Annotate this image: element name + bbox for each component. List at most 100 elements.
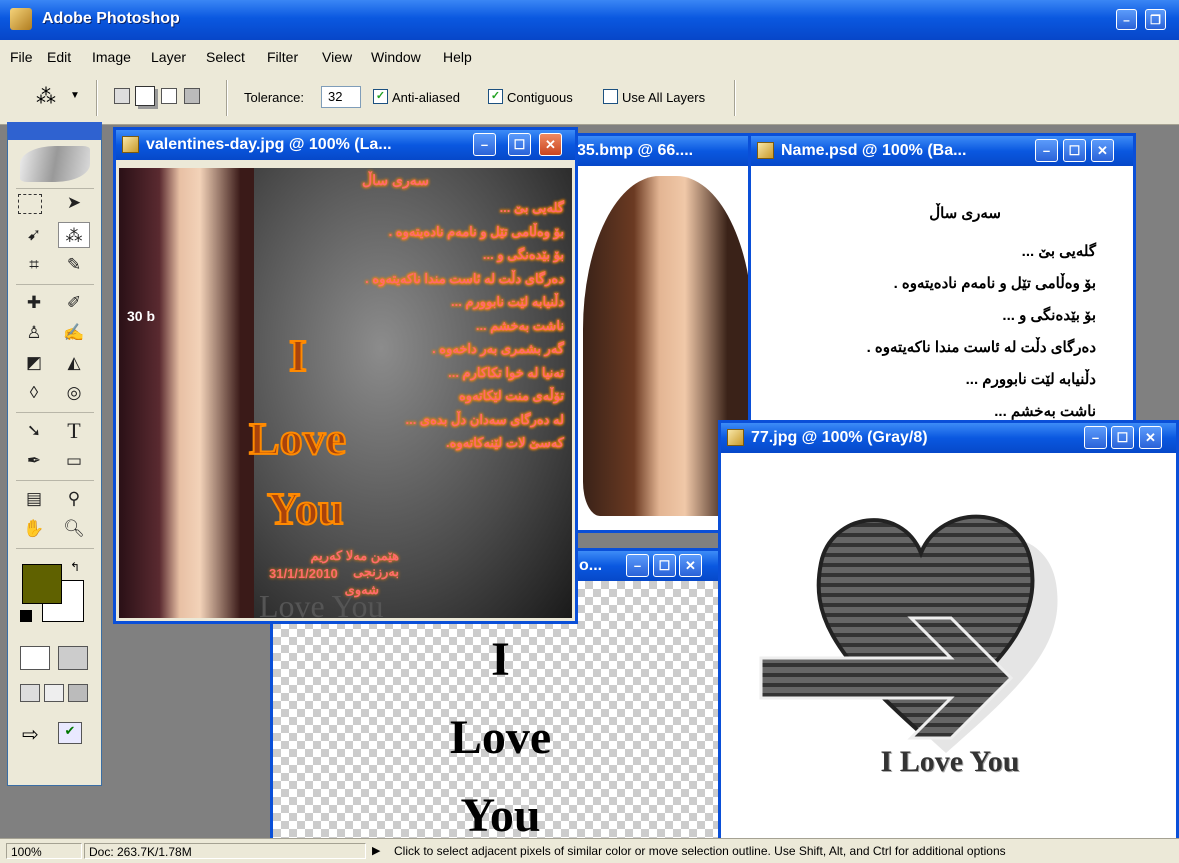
name-psd-heading: سەری ساڵ bbox=[929, 205, 1001, 222]
foreground-color-swatch[interactable] bbox=[22, 564, 62, 604]
menu-view[interactable]: View bbox=[322, 49, 352, 65]
eraser-tool-icon[interactable]: ◩ bbox=[18, 350, 50, 376]
window-valentines-title: valentines-day.jpg @ 100% (La... bbox=[146, 136, 392, 153]
use-all-layers-checkbox[interactable] bbox=[603, 89, 618, 104]
app-minimize-button[interactable]: – bbox=[1116, 9, 1137, 30]
new-selection-icon[interactable] bbox=[114, 88, 130, 104]
menu-layer[interactable]: Layer bbox=[151, 49, 186, 65]
window-valentines-close-button[interactable]: ✕ bbox=[539, 133, 562, 156]
status-menu-arrow-icon[interactable]: ▶ bbox=[372, 844, 380, 857]
window-valentines-minimize-button[interactable]: – bbox=[473, 133, 496, 156]
document-icon bbox=[727, 429, 744, 446]
screen-mode-full-icon[interactable] bbox=[68, 684, 88, 702]
zoom-level-field[interactable]: 100% bbox=[6, 843, 82, 859]
transparent-line-love: Love bbox=[449, 711, 552, 764]
window-transparent-minimize-button[interactable]: – bbox=[626, 554, 649, 577]
gray77-caption: I Love You bbox=[880, 745, 1020, 778]
brush-tool-icon[interactable]: ✐ bbox=[58, 290, 90, 316]
window-77-canvas[interactable]: I Love You bbox=[721, 453, 1176, 842]
feather-logo-icon bbox=[20, 146, 90, 182]
doc-size-info: Doc: 263.7K/1.78M bbox=[84, 843, 366, 859]
preset-dropdown-icon[interactable]: ▼ bbox=[70, 90, 80, 101]
screen-mode-full-menu-icon[interactable] bbox=[44, 684, 64, 702]
blur-tool-icon[interactable]: ◊ bbox=[18, 380, 50, 406]
window-transparent-close-button[interactable]: ✕ bbox=[679, 554, 702, 577]
move-tool-icon[interactable]: ➤ bbox=[58, 190, 90, 216]
menu-window[interactable]: Window bbox=[371, 49, 421, 65]
menu-filter[interactable]: Filter bbox=[267, 49, 298, 65]
valentines-line: گلەیی بێ ... bbox=[499, 200, 564, 215]
window-name-psd-titlebar[interactable]: Name.psd @ 100% (Ba... – ☐ ✕ bbox=[751, 136, 1133, 166]
window-77-minimize-button[interactable]: – bbox=[1084, 426, 1107, 449]
name-psd-line: گلەیی بێ ... bbox=[1021, 243, 1096, 260]
jump-check-icon[interactable]: ✔ bbox=[58, 722, 82, 744]
subtract-selection-icon[interactable] bbox=[161, 88, 177, 104]
name-psd-line: دەرگای دڵت لە ئاست مندا ناکەیتەوە . bbox=[866, 339, 1096, 356]
valentines-woman-photo bbox=[119, 168, 254, 618]
type-tool-icon[interactable]: T bbox=[58, 418, 90, 444]
healing-brush-icon[interactable]: ✚ bbox=[18, 290, 50, 316]
tolerance-label: Tolerance: bbox=[244, 90, 304, 105]
window-valentines-maximize-button[interactable]: ☐ bbox=[508, 133, 531, 156]
window-77-jpg[interactable]: 77.jpg @ 100% (Gray/8) – ☐ ✕ I Love You bbox=[718, 420, 1179, 845]
window-name-psd-maximize-button[interactable]: ☐ bbox=[1063, 139, 1086, 162]
window-name-psd-close-button[interactable]: ✕ bbox=[1091, 139, 1114, 162]
valentines-line: بۆ بێدەنگی و ... bbox=[482, 247, 564, 262]
standard-mode-icon[interactable] bbox=[20, 646, 50, 670]
magic-wand-tool-icon[interactable]: ⁂ bbox=[58, 222, 90, 248]
menu-image[interactable]: Image bbox=[92, 49, 131, 65]
slice-tool-icon[interactable]: ✎ bbox=[58, 252, 90, 278]
valentines-big-i: I bbox=[288, 330, 308, 381]
window-valentines-titlebar[interactable]: valentines-day.jpg @ 100% (La... – ☐ ✕ bbox=[116, 130, 575, 160]
paint-bucket-icon[interactable]: ◭ bbox=[58, 350, 90, 376]
crop-tool-icon[interactable]: ⌗ bbox=[18, 252, 50, 278]
hand-tool-icon[interactable]: ✋ bbox=[18, 516, 50, 542]
anti-aliased-checkbox[interactable]: ✓ bbox=[373, 89, 388, 104]
intersect-selection-icon[interactable] bbox=[184, 88, 200, 104]
valentines-side-text: 30 b bbox=[127, 308, 156, 324]
window-77-maximize-button[interactable]: ☐ bbox=[1111, 426, 1134, 449]
app-restore-button[interactable]: ❐ bbox=[1145, 9, 1166, 30]
window-name-psd-minimize-button[interactable]: – bbox=[1035, 139, 1058, 162]
zoom-tool-icon[interactable]: 🔍︎ bbox=[58, 516, 90, 542]
window-transparent-maximize-button[interactable]: ☐ bbox=[653, 554, 676, 577]
pen-tool-icon[interactable]: ✒ bbox=[18, 448, 50, 474]
window-name-psd-canvas[interactable]: سەری ساڵ گلەیی بێ ... بۆ وەڵامی تێل و نا… bbox=[751, 166, 1133, 430]
valentines-big-you: You bbox=[266, 483, 345, 534]
window-35-bmp-titlebar[interactable]: 35.bmp @ 66.... bbox=[563, 136, 767, 166]
marquee-tool-icon[interactable] bbox=[18, 194, 42, 214]
swap-colors-icon[interactable]: ↰ bbox=[70, 560, 80, 574]
window-77-jpg-titlebar[interactable]: 77.jpg @ 100% (Gray/8) – ☐ ✕ bbox=[721, 423, 1176, 453]
menu-select[interactable]: Select bbox=[206, 49, 245, 65]
eyedropper-icon[interactable]: ⚲ bbox=[58, 486, 90, 512]
menu-file[interactable]: File bbox=[10, 49, 33, 65]
menu-help[interactable]: Help bbox=[443, 49, 472, 65]
shape-tool-icon[interactable]: ▭ bbox=[58, 448, 90, 474]
add-selection-icon[interactable] bbox=[135, 86, 155, 106]
transparent-line-i: I bbox=[491, 633, 510, 686]
notes-tool-icon[interactable]: ▤ bbox=[18, 486, 50, 512]
jump-to-imageready-icon[interactable]: ⇨ bbox=[22, 722, 39, 747]
valentines-big-love: Love bbox=[248, 413, 347, 464]
window-77-close-button[interactable]: ✕ bbox=[1139, 426, 1162, 449]
contiguous-checkbox[interactable]: ✓ bbox=[488, 89, 503, 104]
window-name-psd[interactable]: Name.psd @ 100% (Ba... – ☐ ✕ سەری ساڵ گل… bbox=[748, 133, 1136, 433]
window-77-jpg-title: 77.jpg @ 100% (Gray/8) bbox=[751, 429, 928, 446]
magic-wand-preset-icon[interactable]: ⁂ bbox=[36, 84, 56, 109]
app-title: Adobe Photoshop bbox=[42, 10, 180, 27]
clone-stamp-icon[interactable]: ♙ bbox=[18, 320, 50, 346]
valentines-heading: سەری ساڵ bbox=[361, 172, 429, 188]
window-valentines-day[interactable]: valentines-day.jpg @ 100% (La... – ☐ ✕ 3… bbox=[113, 127, 578, 624]
tolerance-input[interactable]: 32 bbox=[321, 86, 361, 108]
quick-mask-icon[interactable] bbox=[58, 646, 88, 670]
window-valentines-canvas[interactable]: 30 b سەری ساڵ گلەیی بێ ... بۆ وەڵامی تێل… bbox=[119, 168, 572, 621]
menu-edit[interactable]: Edit bbox=[47, 49, 71, 65]
dodge-tool-icon[interactable]: ◎ bbox=[58, 380, 90, 406]
path-selection-icon[interactable]: ➘ bbox=[18, 418, 50, 444]
document-icon bbox=[122, 136, 139, 153]
lasso-tool-icon[interactable]: ➹ bbox=[18, 222, 50, 248]
use-all-layers-label: Use All Layers bbox=[622, 90, 706, 105]
default-colors-icon[interactable] bbox=[20, 610, 32, 622]
screen-mode-standard-icon[interactable] bbox=[20, 684, 40, 702]
history-brush-icon[interactable]: ✍ bbox=[58, 320, 90, 346]
